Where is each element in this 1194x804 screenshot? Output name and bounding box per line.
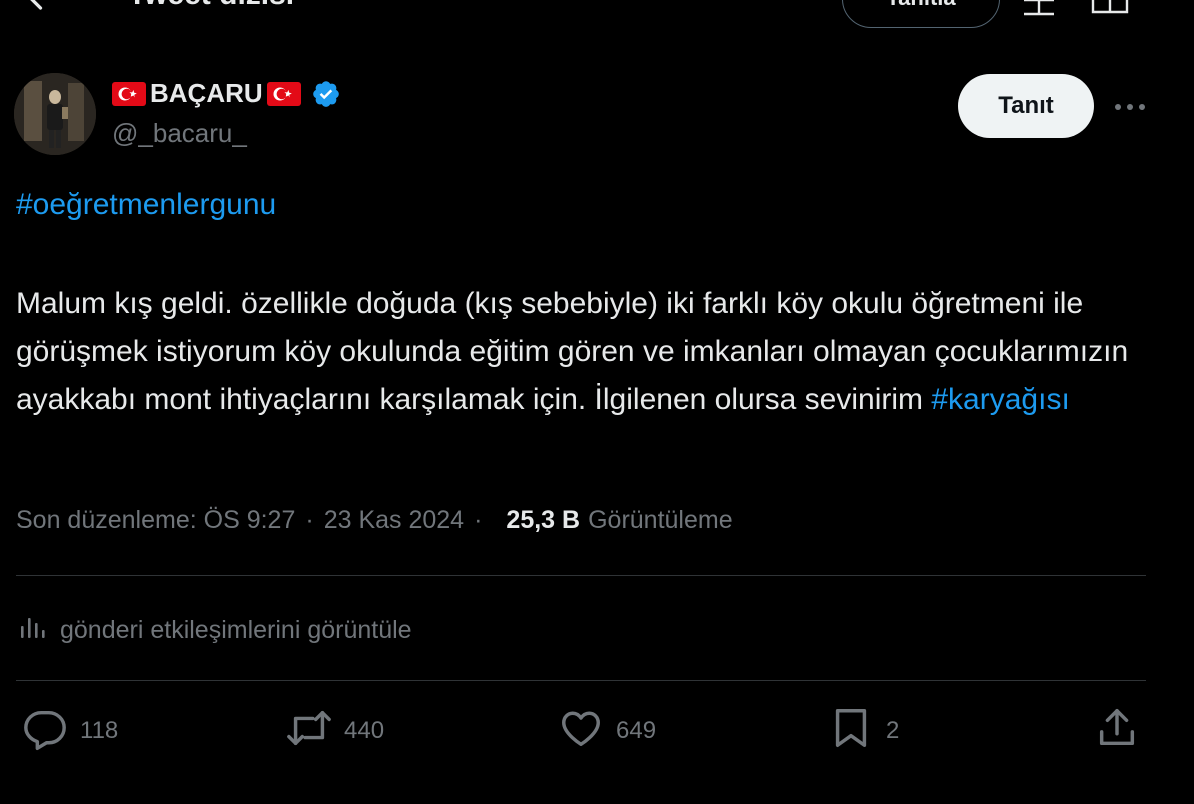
more-icon[interactable] — [1110, 90, 1150, 124]
retweet-button[interactable]: 440 — [286, 706, 384, 756]
meta-separator: · — [305, 506, 314, 534]
avatar[interactable] — [14, 73, 96, 155]
retweet-icon — [286, 705, 332, 758]
meta-separator: · — [474, 506, 483, 534]
view-engagements-label[interactable]: gönderi etkileşimlerini görüntüle — [60, 616, 412, 645]
like-count: 649 — [616, 717, 657, 744]
author-name[interactable]: BAÇARU — [112, 78, 341, 109]
author-name-text[interactable]: BAÇARU — [150, 78, 263, 109]
edited-time[interactable]: Son düzenleme: ÖS 9:27 — [16, 506, 295, 535]
book-icon[interactable] — [1090, 0, 1130, 16]
analytics-icon — [18, 612, 48, 649]
follow-button[interactable]: Tanıt — [958, 74, 1094, 138]
bookmark-icon — [828, 705, 874, 758]
share-icon — [1094, 705, 1140, 758]
retweet-count: 440 — [344, 717, 385, 744]
reply-icon — [22, 705, 68, 758]
like-button[interactable]: 649 — [558, 706, 656, 756]
reply-count: 118 — [80, 717, 119, 744]
bookmark-button[interactable]: 2 — [828, 706, 899, 756]
divider — [16, 680, 1146, 681]
translate-button[interactable]: Tanıtla — [842, 0, 1000, 28]
hashtag-link[interactable]: #oeğretmenlergunu — [16, 188, 276, 222]
views-label: Görüntüleme — [588, 506, 733, 534]
share-button[interactable] — [1094, 706, 1140, 756]
tweet-date[interactable]: 23 Kas 2024 — [324, 506, 464, 535]
like-icon — [558, 705, 604, 758]
views-count: 25,3 B — [506, 506, 581, 534]
divider — [16, 575, 1146, 576]
hashtag-link[interactable]: #karyağısı — [931, 383, 1069, 416]
view-engagements-link[interactable]: gönderi etkileşimlerini görüntüle — [18, 612, 412, 649]
page-title: Tweet dizisi — [128, 0, 294, 12]
bookmark-count: 2 — [886, 717, 900, 744]
tweet-text: Malum kış geldi. özellikle doğuda (kış s… — [16, 280, 1166, 424]
back-arrow-icon[interactable] — [18, 0, 54, 14]
author-handle[interactable]: @_bacaru_ — [112, 118, 247, 149]
turkey-flag-icon — [112, 81, 146, 106]
reply-button[interactable]: 118 — [22, 706, 118, 756]
verified-badge-icon[interactable] — [311, 79, 341, 109]
layout-icon[interactable] — [1022, 0, 1056, 16]
turkey-flag-icon — [266, 81, 301, 106]
tweet-meta: Son düzenleme: ÖS 9:27 · 23 Kas 2024 · 2… — [16, 506, 733, 535]
